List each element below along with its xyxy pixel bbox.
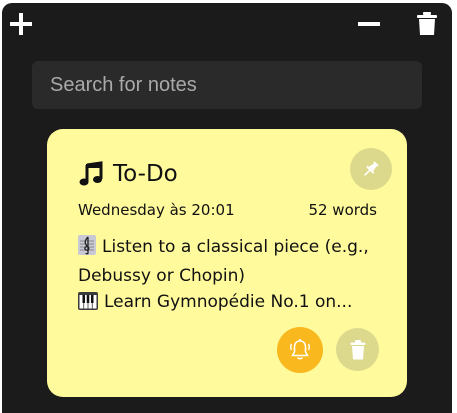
note-line: Learn Gymnopédie No.1 on...	[78, 289, 383, 318]
delete-note-button[interactable]	[336, 328, 379, 371]
note-line: Listen to a classical piece (e.g.,	[78, 234, 383, 263]
add-note-button[interactable]	[6, 9, 36, 39]
reminder-button[interactable]	[277, 327, 323, 373]
pin-button[interactable]	[350, 148, 392, 190]
note-title: To-Do	[113, 161, 178, 187]
trash-icon	[350, 339, 365, 359]
note-line-text: Debussy or Chopin)	[78, 266, 246, 286]
note-line: Debussy or Chopin)	[78, 263, 383, 289]
toolbar	[2, 3, 452, 43]
note-title-row: To-Do	[79, 161, 178, 187]
trash-icon	[417, 12, 437, 35]
music-note-icon	[79, 161, 103, 186]
note-body: Listen to a classical piece (e.g., Debus…	[78, 234, 383, 318]
bell-icon	[290, 339, 310, 360]
note-card[interactable]: To-Do Wednesday às 20:01 52 words Listen…	[47, 129, 407, 397]
pin-icon	[364, 161, 379, 176]
treble-clef-icon	[78, 235, 96, 263]
search-input[interactable]	[32, 61, 422, 109]
search-bar	[32, 61, 422, 109]
piano-keys-icon	[78, 292, 98, 318]
minimize-button[interactable]	[354, 9, 384, 39]
note-word-count: 52 words	[308, 201, 377, 219]
note-date: Wednesday às 20:01	[78, 201, 235, 219]
delete-button[interactable]	[412, 9, 442, 39]
note-line-text: Learn Gymnopédie No.1 on...	[104, 292, 353, 312]
minus-icon	[358, 22, 380, 26]
plus-icon	[10, 13, 32, 35]
note-line-text: Listen to a classical piece (e.g.,	[102, 237, 369, 257]
notes-window: To-Do Wednesday às 20:01 52 words Listen…	[2, 3, 452, 413]
